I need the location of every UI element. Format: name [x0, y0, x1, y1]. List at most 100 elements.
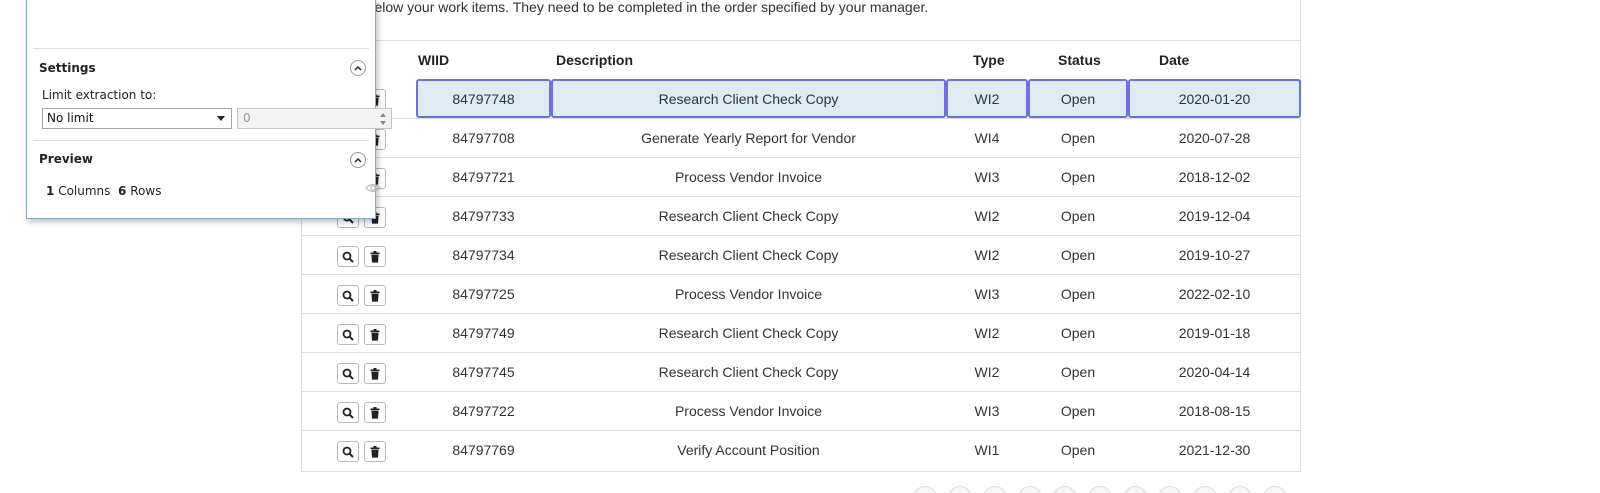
table-row[interactable]: 84797749 Research Client Check Copy WI2 Ope… — [301, 313, 1301, 352]
trash-icon — [370, 328, 380, 341]
cell-status: Open — [1060, 325, 1096, 341]
cell-wiid: 84797749 — [452, 325, 515, 341]
search-icon — [342, 251, 354, 263]
table-row[interactable]: 84797734 Research Client Check Copy WI2 Ope… — [301, 235, 1301, 274]
search-icon — [342, 329, 354, 341]
view-button[interactable] — [337, 246, 359, 267]
cell-wiid: 84797745 — [452, 364, 515, 380]
cell-description: Research Client Check Copy — [658, 364, 839, 380]
page-button[interactable]: 4 — [1018, 486, 1042, 493]
limit-extraction-select[interactable]: No limit — [42, 108, 232, 129]
cell-date: 2019-10-27 — [1178, 247, 1251, 263]
cell-type: WI2 — [974, 364, 1000, 380]
cell-date: 2019-12-04 — [1178, 208, 1251, 224]
limit-number-value: 0 — [243, 111, 251, 125]
page-button[interactable]: 6 — [1088, 486, 1112, 493]
trash-icon — [370, 289, 380, 302]
column-header-wiid[interactable]: WIID — [418, 52, 449, 68]
table-row[interactable]: 84797721 Process Vendor Invoice WI3 Open 201… — [301, 157, 1301, 196]
cell-type: WI3 — [974, 286, 1000, 302]
cell-description: Research Client Check Copy — [658, 325, 839, 341]
cell-status: Open — [1060, 130, 1096, 146]
cell-status: Open — [1060, 403, 1096, 419]
preview-title: Preview — [39, 152, 94, 166]
table-row[interactable]: 84797725 Process Vendor Invoice WI3 Open 202… — [301, 274, 1301, 313]
cell-date: 2021-12-30 — [1178, 442, 1251, 458]
page-button[interactable]: 7 — [1123, 486, 1147, 493]
view-button[interactable] — [337, 285, 359, 306]
cell-type: WI2 — [946, 79, 1028, 118]
cell-type: WI3 — [974, 169, 1000, 185]
preview-collapse-button[interactable] — [350, 152, 366, 168]
table-row[interactable]: 84797748 Research Client Check Copy WI2 Ope… — [301, 79, 1301, 118]
cell-wiid: 84797734 — [452, 247, 515, 263]
search-icon — [342, 407, 354, 419]
delete-button[interactable] — [364, 363, 386, 384]
cell-description: Research Client Check Copy — [551, 79, 946, 118]
table-row[interactable]: 84797708 Generate Yearly Report for Vendo… — [301, 118, 1301, 157]
delete-button[interactable] — [364, 402, 386, 423]
cell-date: 2020-04-14 — [1178, 364, 1251, 380]
cell-wiid: 84797733 — [452, 208, 515, 224]
settings-collapse-button[interactable] — [350, 60, 366, 76]
cell-date: 2022-02-10 — [1178, 286, 1251, 302]
cell-status: Open — [1028, 79, 1128, 118]
view-button[interactable] — [337, 402, 359, 423]
cell-wiid: 84797725 — [452, 286, 515, 302]
limit-number-input[interactable]: 0 — [237, 108, 392, 129]
cell-date: 2020-01-20 — [1128, 79, 1301, 118]
view-button[interactable] — [337, 441, 359, 462]
page-button[interactable]: 5 — [1053, 486, 1077, 493]
panel-divider — [33, 140, 369, 141]
page-button[interactable]: 9 — [1193, 486, 1217, 493]
spin-up-icon[interactable] — [380, 113, 386, 117]
delete-button[interactable] — [364, 285, 386, 306]
cell-description: Research Client Check Copy — [658, 247, 839, 263]
view-button[interactable] — [337, 324, 359, 345]
cell-status: Open — [1060, 442, 1096, 458]
column-header-date[interactable]: Date — [1159, 52, 1189, 68]
extraction-panel: Settings Limit extraction to: No limit 0… — [26, 0, 392, 219]
rows-label: Rows — [130, 184, 162, 198]
cell-date: 2020-07-28 — [1178, 130, 1251, 146]
search-icon — [342, 290, 354, 302]
view-button[interactable] — [337, 363, 359, 384]
rows-count: 6 — [118, 184, 127, 198]
cell-description: Generate Yearly Report for Vendor — [641, 130, 856, 146]
page-button[interactable]: 2 — [948, 486, 972, 493]
cell-type: WI2 — [974, 247, 1000, 263]
trash-icon — [370, 250, 380, 263]
page-button[interactable]: 3 — [983, 486, 1007, 493]
page-button[interactable]: 10 — [1228, 486, 1252, 493]
cell-wiid: 84797748 — [416, 79, 551, 118]
table-row[interactable]: 84797733 Research Client Check Copy WI2 Ope… — [301, 196, 1301, 235]
cell-wiid: 84797708 — [452, 130, 515, 146]
table-row[interactable]: 84797722 Process Vendor Invoice WI3 Open 201… — [301, 391, 1301, 430]
cell-wiid: 84797722 — [452, 403, 515, 419]
delete-button[interactable] — [364, 441, 386, 462]
page-button[interactable] — [1263, 486, 1287, 493]
columns-label: Columns — [58, 184, 111, 198]
table-row[interactable]: 84797745 Research Client Check Copy WI2 Ope… — [301, 352, 1301, 391]
spin-down-icon[interactable] — [380, 121, 386, 125]
eye-icon[interactable] — [365, 183, 381, 193]
cell-type: WI1 — [974, 442, 1000, 458]
limit-extraction-label: Limit extraction to: — [42, 88, 157, 102]
cell-description: Process Vendor Invoice — [674, 169, 823, 185]
cell-date: 2018-12-02 — [1178, 169, 1251, 185]
search-icon — [342, 368, 354, 380]
delete-button[interactable] — [364, 324, 386, 345]
page-button[interactable] — [913, 486, 937, 493]
column-header-type[interactable]: Type — [973, 52, 1005, 68]
panel-divider — [33, 48, 369, 49]
cell-description: Research Client Check Copy — [658, 208, 839, 224]
column-header-status[interactable]: Status — [1058, 52, 1101, 68]
trash-icon — [370, 406, 380, 419]
table-row[interactable]: 84797769 Verify Account Position WI1 Open 20… — [301, 430, 1301, 469]
column-header-description[interactable]: Description — [556, 52, 633, 68]
cell-date: 2019-01-18 — [1178, 325, 1251, 341]
cell-description: Process Vendor Invoice — [674, 286, 823, 302]
preview-summary: 1 Columns 6 Rows — [46, 184, 161, 198]
delete-button[interactable] — [364, 246, 386, 267]
page-button[interactable]: 8 — [1158, 486, 1182, 493]
